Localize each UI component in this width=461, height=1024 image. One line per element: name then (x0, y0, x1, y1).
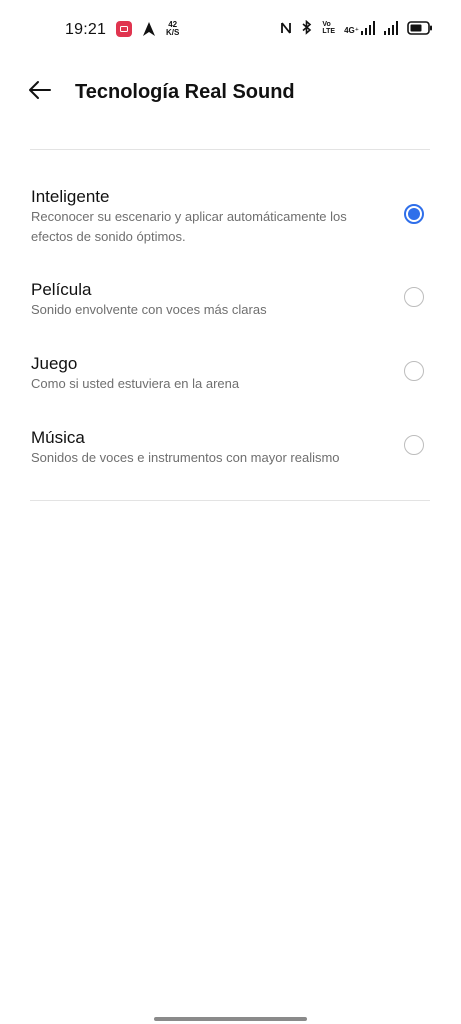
option-title: Música (31, 428, 85, 447)
status-system-icons: Vo LTE 4G⁺ (280, 20, 433, 35)
option-description: Sonidos de voces e instrumentos con mayo… (31, 450, 340, 465)
option-title: Película (31, 280, 92, 299)
page-title: Tecnología Real Sound (75, 81, 295, 103)
screen-recorder-icon (116, 21, 132, 37)
bottom-divider (30, 500, 430, 501)
option-musica[interactable]: Música Sonidos de voces e instrumentos c… (0, 422, 461, 472)
option-inteligente[interactable]: Inteligente Reconocer su escenario y apl… (0, 180, 461, 250)
option-juego[interactable]: Juego Como si usted estuviera en la aren… (0, 348, 461, 398)
back-button[interactable] (24, 76, 56, 108)
radio-button[interactable] (404, 361, 424, 381)
top-divider (30, 149, 430, 150)
option-title: Juego (31, 354, 78, 373)
signal-icon: 4G⁺ (344, 20, 375, 35)
navigation-arrow-icon (142, 21, 156, 37)
network-speed-indicator: 42 K/S (166, 21, 179, 37)
volte-top-text: Vo (322, 20, 331, 28)
option-pelicula[interactable]: Película Sonido envolvente con voces más… (0, 274, 461, 324)
home-indicator[interactable] (154, 1017, 307, 1021)
option-description: Sonido envolvente con voces más claras (31, 302, 267, 317)
status-notification-icons: 42 K/S (116, 21, 179, 37)
option-description: Como si usted estuviera en la arena (31, 376, 240, 391)
option-title: Inteligente (31, 187, 110, 206)
back-arrow-icon (28, 80, 52, 105)
radio-button[interactable] (404, 287, 424, 307)
status-bar: 19:21 42 K/S Vo LTE 4G⁺ (0, 0, 461, 62)
bluetooth-icon (301, 20, 313, 35)
battery-icon (407, 20, 433, 35)
nfc-icon (280, 21, 292, 35)
network-type-label: 4G⁺ (344, 25, 359, 35)
network-speed-unit: K/S (166, 28, 180, 37)
radio-button-selected[interactable] (404, 204, 424, 224)
header: Tecnología Real Sound (0, 62, 461, 122)
volte-bottom-text: LTE (322, 27, 336, 35)
signal-icon-2 (384, 20, 398, 35)
volte-icon: Vo LTE (322, 21, 335, 35)
status-time: 19:21 (65, 21, 107, 38)
option-description: Reconocer su escenario y aplicar automát… (31, 209, 347, 244)
radio-button[interactable] (404, 435, 424, 455)
